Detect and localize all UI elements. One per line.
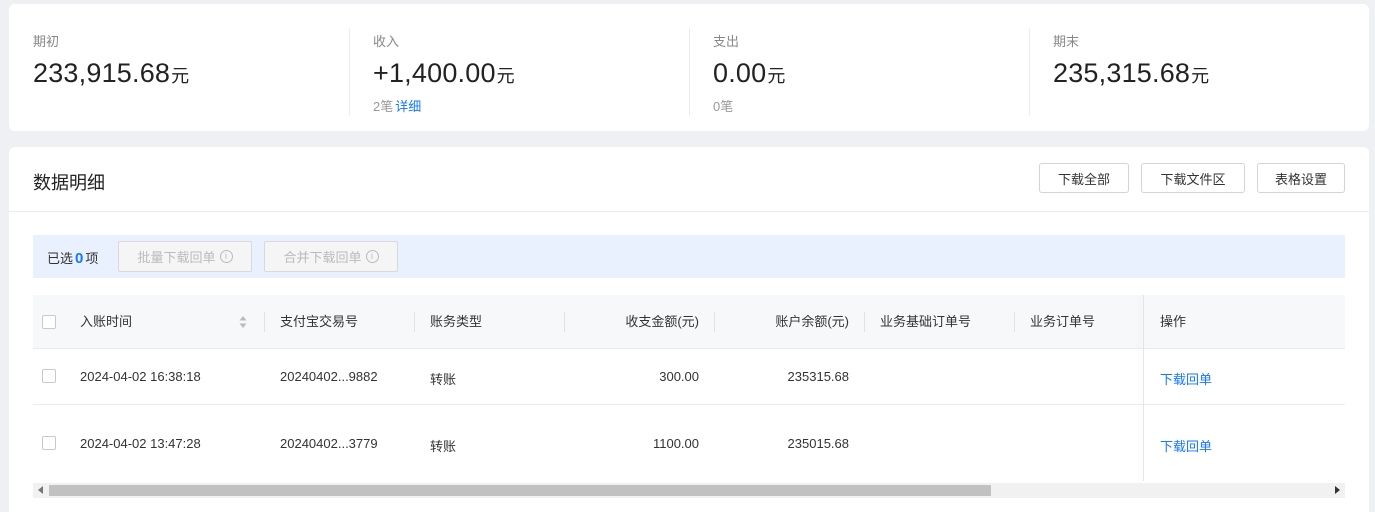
col-type: 账务类型 <box>430 314 483 329</box>
batch-download-receipt-button[interactable]: 批量下载回单 i <box>118 241 252 272</box>
table-settings-button[interactable]: 表格设置 <box>1257 163 1345 193</box>
merge-download-receipt-button[interactable]: 合并下载回单 i <box>264 241 398 272</box>
download-receipt-link[interactable]: 下载回单 <box>1160 436 1212 455</box>
stat-opening-value: 233,915.68元 <box>33 58 190 88</box>
summary-card: 期初 233,915.68元 收入 +1,400.00元 2笔 详细 支出 0.0… <box>9 4 1369 131</box>
income-detail-link[interactable]: 详细 <box>395 99 421 114</box>
scrollbar-thumb[interactable] <box>49 485 991 496</box>
stat-expense-value: 0.00元 <box>713 58 786 88</box>
cell-type: 转账 <box>430 372 457 387</box>
column-separator <box>864 312 865 332</box>
stat-income: 收入 +1,400.00元 2笔 详细 <box>373 4 693 131</box>
table-header: 入账时间 支付宝交易号 账务类型 收支金额(元) 账户余额(元) 业务基础订单号… <box>33 295 1345 349</box>
divider <box>689 28 690 116</box>
stat-opening: 期初 233,915.68元 <box>33 4 353 131</box>
stat-opening-label: 期初 <box>33 34 60 49</box>
col-balance: 账户余额(元) <box>775 314 849 329</box>
stat-closing-value: 235,315.68元 <box>1053 58 1210 88</box>
detail-title: 数据明细 <box>33 173 105 193</box>
sort-icon[interactable] <box>239 315 247 329</box>
column-separator <box>1014 312 1015 332</box>
selection-summary: 已选 0 项 <box>47 250 99 267</box>
info-icon: i <box>365 250 379 263</box>
transactions-table: 入账时间 支付宝交易号 账务类型 收支金额(元) 账户余额(元) 业务基础订单号… <box>33 295 1345 481</box>
download-receipt-link[interactable]: 下载回单 <box>1160 369 1212 388</box>
cell-amount: 1100.00 <box>652 436 699 451</box>
info-icon: i <box>219 250 233 263</box>
table-row: 2024-04-02 13:47:28 20240402...3779 转账 1… <box>33 405 1345 481</box>
stat-expense-label: 支出 <box>713 34 740 49</box>
scroll-right-arrow-icon[interactable] <box>1335 486 1340 494</box>
stat-income-value: +1,400.00元 <box>373 58 515 88</box>
col-trade-no: 支付宝交易号 <box>280 314 359 329</box>
cell-time: 2024-04-02 16:38:18 <box>80 369 201 384</box>
horizontal-scrollbar[interactable] <box>33 483 1345 498</box>
data-detail-card: 数据明细 下载全部 下载文件区 表格设置 已选 0 项 批量下载回单 i 合并下载回单… <box>9 147 1369 512</box>
table-row: 2024-04-02 16:38:18 20240402...9882 转账 3… <box>33 349 1345 405</box>
download-files-button[interactable]: 下载文件区 <box>1141 163 1245 193</box>
row-checkbox[interactable] <box>42 369 56 383</box>
scroll-left-arrow-icon[interactable] <box>38 486 43 494</box>
cell-amount: 300.00 <box>659 369 699 384</box>
fixed-column-divider <box>1143 295 1144 481</box>
column-separator <box>714 312 715 332</box>
download-all-button[interactable]: 下载全部 <box>1039 163 1129 193</box>
col-action: 操作 <box>1160 314 1187 329</box>
cell-trade-no: 20240402...3779 <box>280 436 378 451</box>
divider <box>1029 28 1030 116</box>
income-count: 2笔 <box>373 99 394 114</box>
selected-count: 0 <box>75 250 84 267</box>
expense-count: 0笔 <box>713 99 734 114</box>
stat-income-label: 收入 <box>373 34 400 49</box>
stat-income-sub: 2笔 详细 <box>373 96 421 115</box>
stat-closing-label: 期末 <box>1053 34 1080 49</box>
stat-expense: 支出 0.00元 0笔 <box>713 4 1033 131</box>
col-order: 业务订单号 <box>1030 314 1096 329</box>
divider <box>9 211 1369 212</box>
cell-balance: 235315.68 <box>787 369 849 384</box>
cell-type: 转账 <box>430 439 457 454</box>
select-all-checkbox[interactable] <box>42 315 56 329</box>
cell-balance: 235015.68 <box>787 436 849 451</box>
stat-closing: 期末 235,315.68元 <box>1053 4 1353 131</box>
row-checkbox[interactable] <box>42 436 56 450</box>
cell-time: 2024-04-02 13:47:28 <box>80 436 201 451</box>
column-separator <box>264 312 265 332</box>
column-separator <box>414 312 415 332</box>
cell-trade-no: 20240402...9882 <box>280 369 378 384</box>
col-amount: 收支金额(元) <box>625 314 699 329</box>
col-base-order: 业务基础订单号 <box>880 314 972 329</box>
column-separator <box>564 312 565 332</box>
divider <box>349 28 350 116</box>
selection-bar: 已选 0 项 批量下载回单 i 合并下载回单 i <box>33 235 1345 278</box>
col-time[interactable]: 入账时间 <box>80 295 132 349</box>
